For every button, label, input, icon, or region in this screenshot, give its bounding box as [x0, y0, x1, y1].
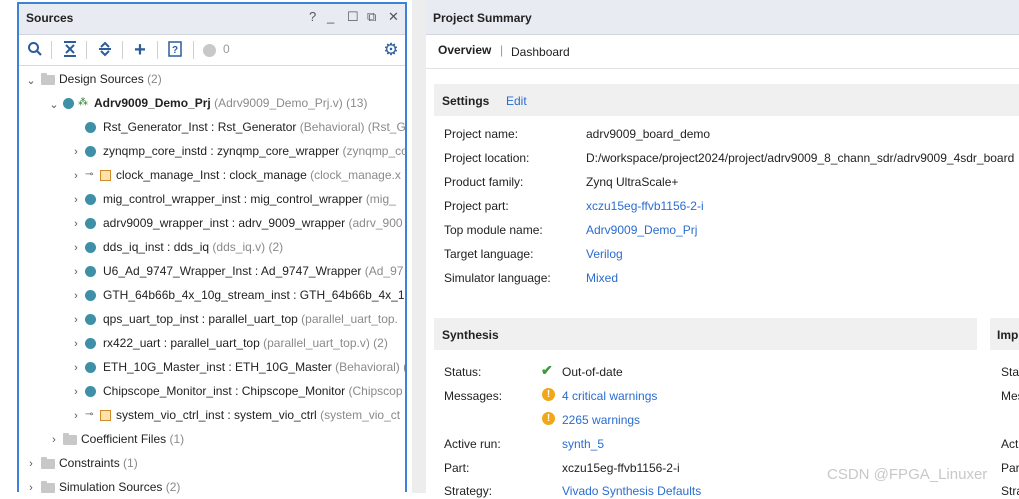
synth-status-label: Status: [444, 365, 482, 379]
panel-splitter[interactable] [412, 0, 426, 493]
setting-label: Simulator language: [444, 271, 551, 285]
warning-icon: ! [542, 412, 555, 425]
synth-strategy-label: Strategy: [444, 484, 493, 498]
setting-label: Top module name: [444, 223, 543, 237]
synth-status-value: Out-of-date [562, 365, 623, 379]
setting-label: Product family: [444, 175, 524, 189]
setting-label: Project part: [444, 199, 509, 213]
setting-value: adrv9009_board_demo [586, 127, 711, 141]
synth-active-run-link[interactable]: synth_5 [562, 437, 604, 451]
setting-value[interactable]: Mixed [586, 271, 618, 285]
setting-value[interactable]: xczu15eg-ffvb1156-2-i [586, 199, 704, 213]
tab-divider: | [500, 43, 504, 57]
synth-messages-label: Messages: [444, 389, 503, 403]
settings-title: Settings [442, 94, 490, 108]
warning-icon: ! [542, 388, 555, 401]
warnings-link[interactable]: 2265 warnings [562, 413, 640, 427]
critical-warnings-link[interactable]: 4 critical warnings [562, 389, 657, 403]
synthesis-title: Synthesis [442, 328, 499, 342]
synth-part-label: Part: [444, 461, 470, 475]
settings-edit-link[interactable]: Edit [506, 94, 527, 108]
synthesis-section-header [434, 318, 977, 350]
impl-label: Acti [1001, 437, 1019, 451]
implementation-title: Imp [997, 328, 1019, 342]
setting-value[interactable]: Verilog [586, 247, 623, 261]
synth-active-run-label: Active run: [444, 437, 501, 451]
setting-label: Project name: [444, 127, 519, 141]
watermark: CSDN @FPGA_Linuxer [827, 466, 988, 483]
impl-label: Stra [1001, 484, 1019, 498]
setting-value: D:/workspace/project2024/project/adrv900… [586, 151, 1015, 165]
synth-strategy-link[interactable]: Vivado Synthesis Defaults [562, 484, 701, 498]
tab-dashboard[interactable]: Dashboard [511, 45, 570, 59]
sources-panel-focus-border [17, 2, 407, 492]
setting-label: Project location: [444, 151, 530, 165]
tab-overview[interactable]: Overview [438, 43, 491, 57]
impl-label: Par [1001, 461, 1019, 475]
checkmark-icon: ✔ [541, 362, 553, 378]
impl-label: Mes [1001, 389, 1019, 403]
setting-value: Zynq UltraScale+ [586, 175, 679, 189]
synth-part-value: xczu15eg-ffvb1156-2-i [562, 461, 680, 475]
setting-value[interactable]: Adrv9009_Demo_Prj [586, 223, 697, 237]
impl-label: Sta [1001, 365, 1019, 379]
project-summary-title: Project Summary [433, 11, 532, 25]
setting-label: Target language: [444, 247, 534, 261]
